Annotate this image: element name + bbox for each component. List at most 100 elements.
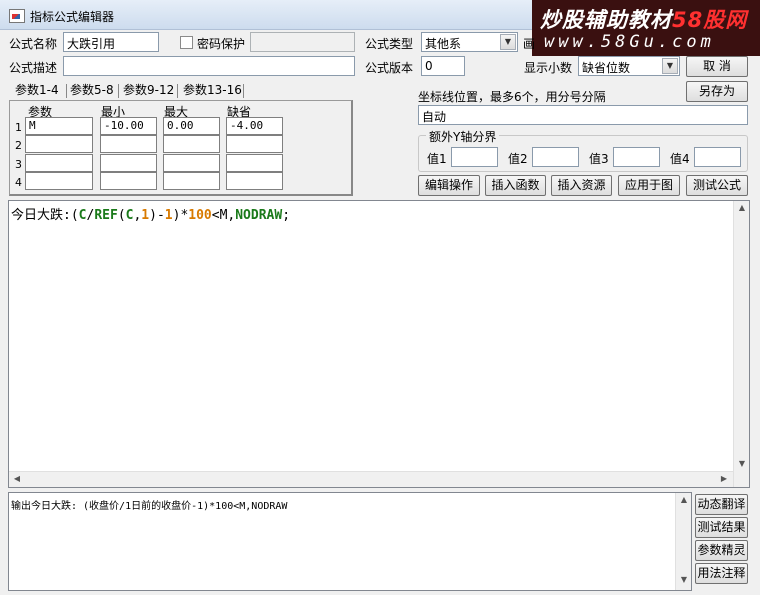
password-label: 密码保护 (197, 37, 246, 51)
formula-type-value: 其他系 (425, 37, 462, 51)
formula-type-label: 公式类型 (365, 37, 414, 51)
code-token: 今日大跌 (11, 208, 64, 223)
cancel-button[interactable]: 取 消 (686, 56, 748, 77)
save-as-button[interactable]: 另存为 (686, 81, 748, 102)
value3-label: 值3 (589, 152, 609, 166)
code-editor[interactable]: 今日大跌:(C/REF(C,1)-1)*100<M,NODRAW; ▲ ▼ ◀ … (8, 200, 750, 488)
tab-params-13-16[interactable]: 参数13-16 (183, 82, 242, 100)
param-default-cell[interactable]: -4.00 (226, 117, 283, 135)
value1-input[interactable] (451, 147, 498, 167)
translation-output[interactable]: 输出今日大跌: (收盘价/1日前的收盘价-1)*100<M,NODRAW ▲ ▼ (8, 492, 692, 591)
insert-resource-button[interactable]: 插入资源 (551, 175, 612, 196)
watermark-text-a: 炒股辅助教材 (540, 8, 672, 32)
decimals-label: 显示小数 (524, 61, 573, 75)
scroll-down-icon[interactable]: ▼ (676, 575, 692, 584)
param-row-number: 2 (15, 139, 22, 152)
param-default-cell[interactable] (226, 172, 283, 190)
param-name-cell[interactable]: M (25, 117, 93, 135)
tab-params-9-12[interactable]: 参数9-12 (123, 82, 174, 100)
param-max-cell[interactable] (163, 154, 220, 172)
scroll-up-icon[interactable]: ▲ (676, 495, 692, 504)
decimals-select[interactable]: 缺省位数 ▼ (578, 56, 680, 76)
code-token: : (63, 208, 71, 223)
code-token: ) (149, 208, 157, 223)
param-min-cell[interactable]: -10.00 (100, 117, 157, 135)
insert-function-button[interactable]: 插入函数 (485, 175, 546, 196)
code-token: ( (117, 208, 126, 223)
formula-name-input[interactable]: 大跌引用 (63, 32, 159, 52)
code-token: 100 (188, 208, 212, 223)
tab-separator (118, 84, 119, 98)
scroll-left-icon[interactable]: ◀ (12, 474, 22, 483)
test-result-button[interactable]: 测试结果 (695, 517, 748, 538)
value4-label: 值4 (670, 152, 690, 166)
code-token: C (78, 208, 87, 223)
dynamic-translate-button[interactable]: 动态翻译 (695, 494, 748, 515)
formula-name-label: 公式名称 (9, 37, 58, 51)
tab-separator (177, 84, 178, 98)
watermark-text-b: 58股网 (672, 8, 748, 32)
draw-method-label: 画 (523, 37, 536, 51)
param-default-cell[interactable] (226, 135, 283, 153)
editor-horizontal-scrollbar[interactable]: ◀ ▶ (9, 471, 733, 487)
value2-input[interactable] (532, 147, 579, 167)
chevron-down-icon: ▼ (662, 58, 678, 74)
extra-y-axis-title: 额外Y轴分界 (426, 128, 500, 145)
params-panel: 参数 最小 最大 缺省 1 M -10.00 0.00 -4.00 2 3 4 (9, 100, 353, 196)
watermark-line2: www.58Gu.com (544, 32, 715, 52)
password-checkbox[interactable] (180, 36, 193, 49)
translation-text: 输出今日大跌: (收盘价/1日前的收盘价-1)*100<M,NODRAW (11, 501, 288, 512)
value1-label: 值1 (427, 152, 447, 166)
param-min-cell[interactable] (100, 154, 157, 172)
tab-params-5-8[interactable]: 参数5-8 (70, 82, 114, 100)
code-token: - (156, 208, 165, 223)
tab-separator (66, 84, 67, 98)
code-token: 1 (164, 208, 173, 223)
code-token: 1 (141, 208, 150, 223)
scroll-down-icon[interactable]: ▼ (734, 459, 750, 468)
usage-notes-button[interactable]: 用法注释 (695, 563, 748, 584)
value2-label: 值2 (508, 152, 528, 166)
chevron-down-icon: ▼ (500, 34, 516, 50)
scroll-right-icon[interactable]: ▶ (719, 474, 729, 483)
test-formula-button[interactable]: 测试公式 (686, 175, 748, 196)
param-max-cell[interactable] (163, 135, 220, 153)
password-input[interactable] (250, 32, 355, 52)
apply-to-chart-button[interactable]: 应用于图 (618, 175, 680, 196)
param-min-cell[interactable] (100, 135, 157, 153)
code-token: ( (70, 208, 79, 223)
param-max-cell[interactable]: 0.00 (163, 117, 220, 135)
watermark-logo: 炒股辅助教材58股网 www.58Gu.com (532, 0, 760, 56)
value4-input[interactable] (694, 147, 741, 167)
param-wizard-button[interactable]: 参数精灵 (695, 540, 748, 561)
value3-input[interactable] (613, 147, 660, 167)
param-name-cell[interactable] (25, 154, 93, 172)
param-name-cell[interactable] (25, 135, 93, 153)
code-token: ; (282, 208, 291, 223)
window-title: 指标公式编辑器 (30, 10, 115, 24)
code-token: REF (94, 208, 118, 223)
axis-position-input[interactable]: 自动 (418, 105, 748, 125)
code-line[interactable]: 今日大跌:(C/REF(C,1)-1)*100<M,NODRAW; (11, 204, 290, 223)
param-min-cell[interactable] (100, 172, 157, 190)
app-icon (9, 9, 25, 23)
param-tabs: 参数1-4 参数5-8 参数9-12 参数13-16 (9, 82, 349, 102)
edit-operation-button[interactable]: 编辑操作 (418, 175, 480, 196)
tab-params-1-4[interactable]: 参数1-4 (15, 82, 59, 100)
formula-desc-label: 公式描述 (9, 61, 58, 75)
param-default-cell[interactable] (226, 154, 283, 172)
param-row-number: 4 (15, 176, 22, 189)
watermark-line1: 炒股辅助教材58股网 (540, 4, 747, 34)
axis-position-label: 坐标线位置，最多6个，用分号分隔 (418, 90, 606, 104)
code-token: NODRAW (235, 208, 283, 223)
scroll-up-icon[interactable]: ▲ (734, 203, 750, 212)
translation-scrollbar[interactable]: ▲ ▼ (675, 493, 691, 590)
param-max-cell[interactable] (163, 172, 220, 190)
formula-version-input[interactable]: 0 (421, 56, 465, 76)
tab-separator (243, 84, 244, 98)
formula-desc-input[interactable] (63, 56, 355, 76)
formula-type-select[interactable]: 其他系 ▼ (421, 32, 518, 52)
param-name-cell[interactable] (25, 172, 93, 190)
editor-vertical-scrollbar[interactable]: ▲ ▼ (733, 201, 749, 487)
param-row-number: 1 (15, 121, 22, 134)
